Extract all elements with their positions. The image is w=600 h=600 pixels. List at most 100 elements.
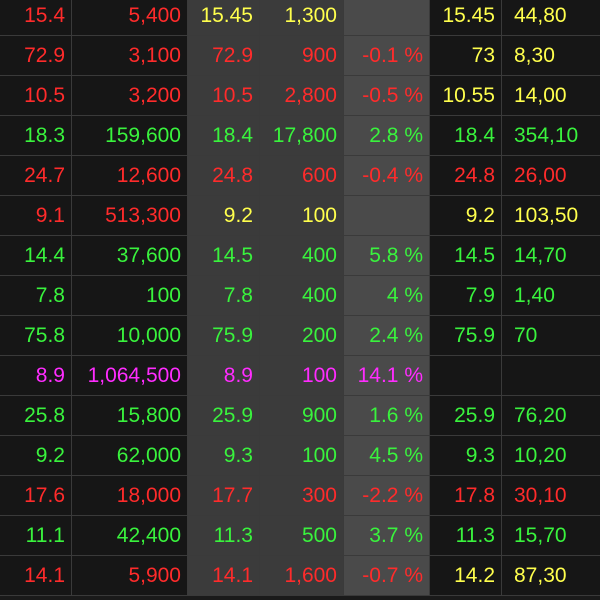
bid-price-cell: 7.8	[0, 276, 72, 316]
table-row[interactable]: 24.7 12,600 24.8 600 -0.4 % 24.8 26,00	[0, 156, 600, 196]
table-row[interactable]: 15.4 5,400 15.45 1,300 15.45 44,80	[0, 0, 600, 36]
match-price-cell: 11.3	[188, 516, 260, 556]
bid-volume-cell: 1,064,500	[72, 356, 188, 396]
match-volume-cell: 900	[260, 396, 344, 436]
bid-volume-cell: 10,000	[72, 316, 188, 356]
bid-price-cell: 11.1	[0, 516, 72, 556]
table-row[interactable]: 11.1 42,400 11.3 500 3.7 % 11.3 15,70	[0, 516, 600, 556]
bid-volume-cell: 42,400	[72, 516, 188, 556]
ask-volume-cell: 30,10	[502, 476, 600, 516]
match-volume-cell: 200	[260, 316, 344, 356]
match-volume-cell: 1,300	[260, 0, 344, 36]
match-volume-cell: 500	[260, 516, 344, 556]
ask-volume-cell: 76,20	[502, 396, 600, 436]
ask-volume-cell: 103,50	[502, 196, 600, 236]
ask-volume-cell: 15,70	[502, 516, 600, 556]
match-price-cell: 7.8	[188, 276, 260, 316]
ask-price-cell	[430, 356, 502, 396]
match-volume-cell: 100	[260, 196, 344, 236]
match-volume-cell: 400	[260, 236, 344, 276]
table-row[interactable]: 14.1 5,900 14.1 1,600 -0.7 % 14.2 87,30	[0, 556, 600, 596]
change-percent-cell: 2.8 %	[344, 116, 430, 156]
match-price-cell: 9.2	[188, 196, 260, 236]
match-volume-cell: 400	[260, 276, 344, 316]
match-price-cell: 9.3	[188, 436, 260, 476]
ask-price-cell: 17.8	[430, 476, 502, 516]
ask-volume-cell	[502, 356, 600, 396]
ask-volume-cell: 26,00	[502, 156, 600, 196]
bid-price-cell: 17.6	[0, 476, 72, 516]
change-percent-cell: 1.6 %	[344, 396, 430, 436]
bid-price-cell: 14.1	[0, 556, 72, 596]
bid-price-cell: 9.1	[0, 196, 72, 236]
bid-volume-cell: 15,800	[72, 396, 188, 436]
bid-price-cell: 8.9	[0, 356, 72, 396]
ask-price-cell: 24.8	[430, 156, 502, 196]
bid-price-cell: 72.9	[0, 36, 72, 76]
bid-volume-cell: 3,100	[72, 36, 188, 76]
table-row[interactable]: 10.5 3,200 10.5 2,800 -0.5 % 10.55 14,00	[0, 76, 600, 116]
table-row[interactable]: 18.3 159,600 18.4 17,800 2.8 % 18.4 354,10	[0, 116, 600, 156]
bid-volume-cell: 3,200	[72, 76, 188, 116]
price-board: 15.4 5,400 15.45 1,300 15.45 44,80 72.9 3,100 72…	[0, 0, 600, 600]
match-price-cell: 18.4	[188, 116, 260, 156]
table-row[interactable]: 17.6 18,000 17.7 300 -2.2 % 17.8 30,10	[0, 476, 600, 516]
table-row[interactable]: 72.9 3,100 72.9 900 -0.1 % 73 8,30	[0, 36, 600, 76]
bid-price-cell: 10.5	[0, 76, 72, 116]
match-price-cell: 75.9	[188, 316, 260, 356]
table-row[interactable]: 14.4 37,600 14.5 400 5.8 % 14.5 14,70	[0, 236, 600, 276]
change-percent-cell: 5.8 %	[344, 236, 430, 276]
ask-volume-cell: 14,00	[502, 76, 600, 116]
match-volume-cell: 1,600	[260, 556, 344, 596]
change-percent-cell: -0.4 %	[344, 156, 430, 196]
change-percent-cell: 3.7 %	[344, 516, 430, 556]
ask-price-cell: 15.45	[430, 0, 502, 36]
ask-price-cell: 14.5	[430, 236, 502, 276]
bid-volume-cell: 62,000	[72, 436, 188, 476]
change-percent-cell	[344, 0, 430, 36]
bid-volume-cell: 513,300	[72, 196, 188, 236]
bid-volume-cell: 18,000	[72, 476, 188, 516]
ask-price-cell: 11.3	[430, 516, 502, 556]
match-price-cell: 72.9	[188, 36, 260, 76]
change-percent-cell: -0.7 %	[344, 556, 430, 596]
ask-volume-cell: 70	[502, 316, 600, 356]
table-row[interactable]: 8.9 1,064,500 8.9 100 14.1 %	[0, 356, 600, 396]
table-row[interactable]: 9.2 62,000 9.3 100 4.5 % 9.3 10,20	[0, 436, 600, 476]
ask-volume-cell: 354,10	[502, 116, 600, 156]
change-percent-cell: -2.2 %	[344, 476, 430, 516]
bid-volume-cell: 159,600	[72, 116, 188, 156]
match-price-cell: 25.9	[188, 396, 260, 436]
ask-volume-cell: 44,80	[502, 0, 600, 36]
bid-volume-cell: 37,600	[72, 236, 188, 276]
bid-price-cell: 14.4	[0, 236, 72, 276]
match-price-cell: 17.7	[188, 476, 260, 516]
ask-price-cell: 75.9	[430, 316, 502, 356]
bid-volume-cell: 100	[72, 276, 188, 316]
match-price-cell: 15.45	[188, 0, 260, 36]
match-volume-cell: 2,800	[260, 76, 344, 116]
table-row[interactable]: 9.1 513,300 9.2 100 9.2 103,50	[0, 196, 600, 236]
bid-price-cell: 25.8	[0, 396, 72, 436]
table-row[interactable]: 7.8 100 7.8 400 4 % 7.9 1,40	[0, 276, 600, 316]
ask-price-cell: 73	[430, 36, 502, 76]
ask-price-cell: 9.3	[430, 436, 502, 476]
match-price-cell: 10.5	[188, 76, 260, 116]
change-percent-cell: -0.5 %	[344, 76, 430, 116]
ask-volume-cell: 8,30	[502, 36, 600, 76]
match-volume-cell: 600	[260, 156, 344, 196]
bid-price-cell: 18.3	[0, 116, 72, 156]
match-price-cell: 14.1	[188, 556, 260, 596]
bid-volume-cell: 12,600	[72, 156, 188, 196]
ask-volume-cell: 1,40	[502, 276, 600, 316]
change-percent-cell: 2.4 %	[344, 316, 430, 356]
table-row[interactable]: 25.8 15,800 25.9 900 1.6 % 25.9 76,20	[0, 396, 600, 436]
ask-price-cell: 18.4	[430, 116, 502, 156]
match-volume-cell: 100	[260, 356, 344, 396]
ask-price-cell: 25.9	[430, 396, 502, 436]
bid-price-cell: 9.2	[0, 436, 72, 476]
table-row[interactable]: 75.8 10,000 75.9 200 2.4 % 75.9 70	[0, 316, 600, 356]
ask-price-cell: 14.2	[430, 556, 502, 596]
bid-price-cell: 15.4	[0, 0, 72, 36]
bid-price-cell: 24.7	[0, 156, 72, 196]
